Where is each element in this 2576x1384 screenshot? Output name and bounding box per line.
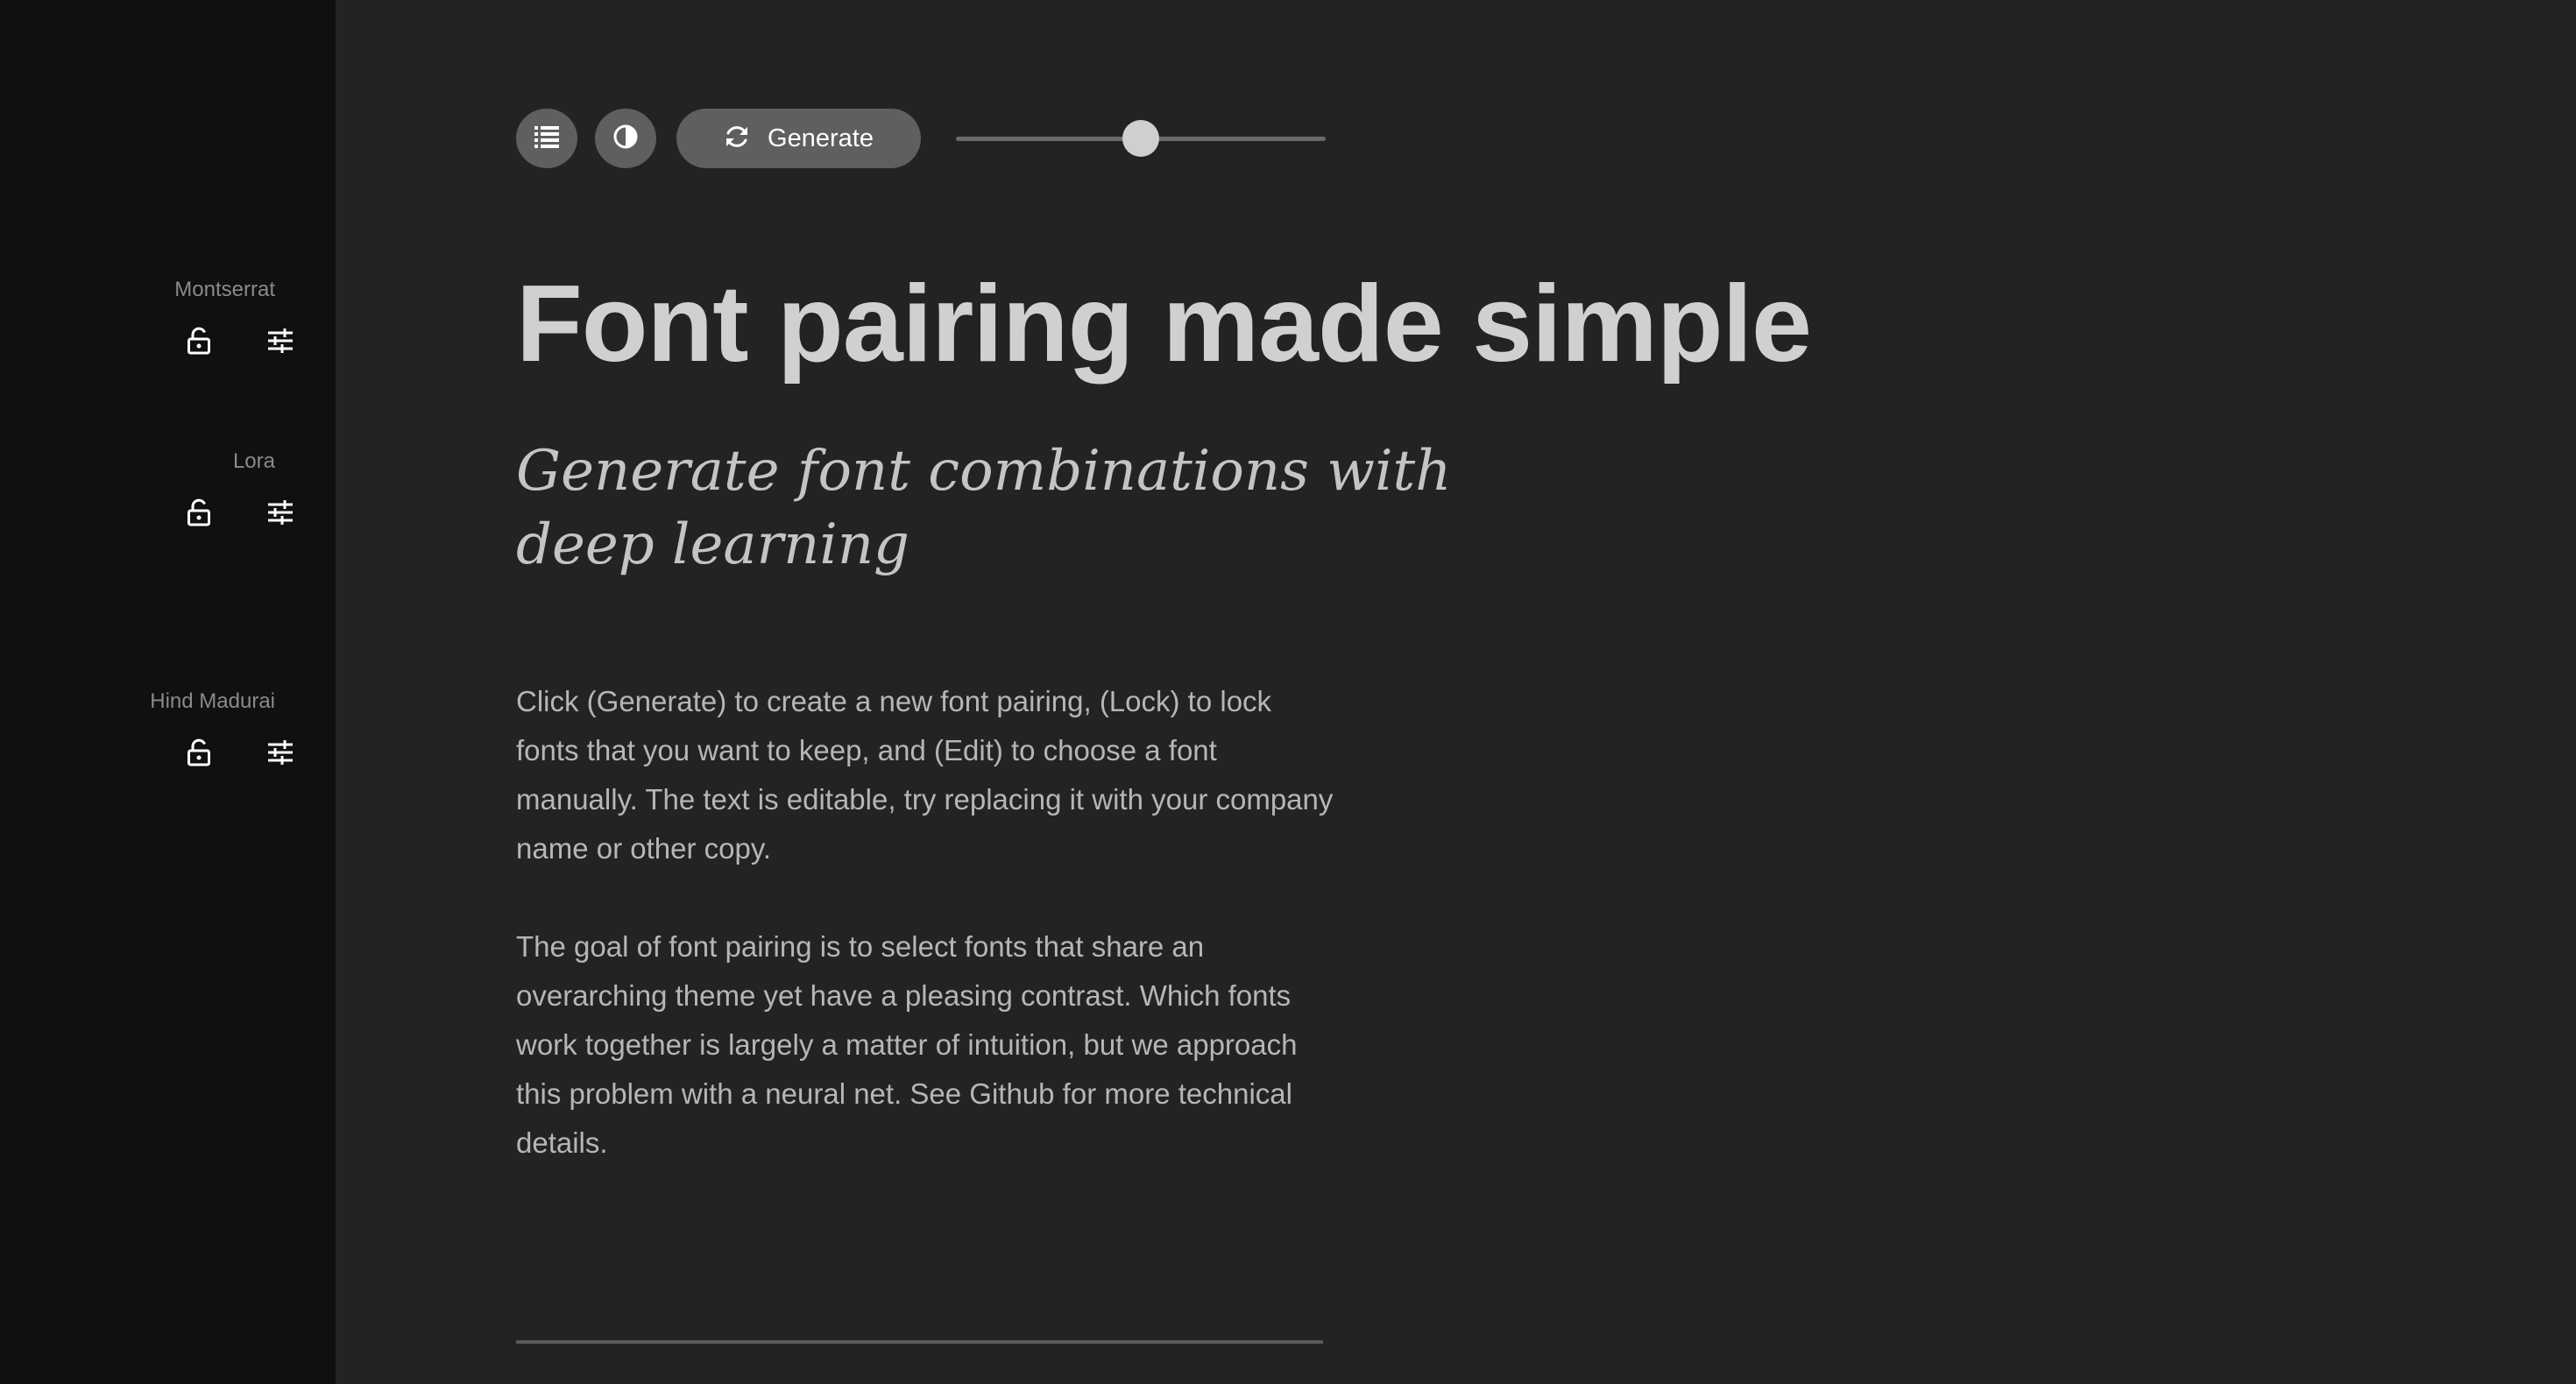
contrast-icon [612, 124, 639, 154]
slider-thumb[interactable] [1122, 120, 1159, 157]
body-paragraph-1[interactable]: Click (Generate) to create a new font pa… [516, 677, 1340, 873]
size-slider[interactable] [956, 120, 1326, 157]
font-slot-body: Hind Madurai [47, 688, 293, 766]
font-controls [47, 492, 293, 533]
divider [516, 1340, 1323, 1344]
list-button[interactable] [516, 109, 577, 168]
lock-icon[interactable] [179, 492, 219, 533]
sidebar: Montserrat Lora Hind Madurai [0, 0, 336, 1384]
font-name-label: Montserrat [174, 278, 275, 301]
generate-label: Generate [768, 124, 874, 152]
refresh-icon [724, 124, 750, 154]
tune-icon[interactable] [260, 321, 301, 361]
font-slot-subheading: Lora [47, 448, 293, 526]
font-slot-heading: Montserrat [47, 277, 293, 355]
toolbar: Generate [516, 109, 1392, 168]
font-controls [47, 321, 293, 361]
generate-button[interactable]: Generate [676, 109, 921, 168]
font-name-label: Hind Madurai [150, 689, 275, 713]
font-name-label: Lora [232, 449, 275, 473]
lock-icon[interactable] [179, 732, 219, 773]
subheading[interactable]: Generate font combinations with deep lea… [516, 434, 1524, 582]
tune-icon[interactable] [260, 732, 301, 773]
headline[interactable]: Font pairing made simple [516, 261, 2356, 387]
main-content: Generate Font pairing made simple Genera… [336, 0, 2576, 1384]
contrast-button[interactable] [595, 109, 656, 168]
tune-icon[interactable] [260, 492, 301, 533]
font-controls [47, 732, 293, 773]
lock-icon[interactable] [179, 321, 219, 361]
body-paragraph-2[interactable]: The goal of font pairing is to select fo… [516, 922, 1340, 1168]
list-icon [534, 125, 559, 152]
